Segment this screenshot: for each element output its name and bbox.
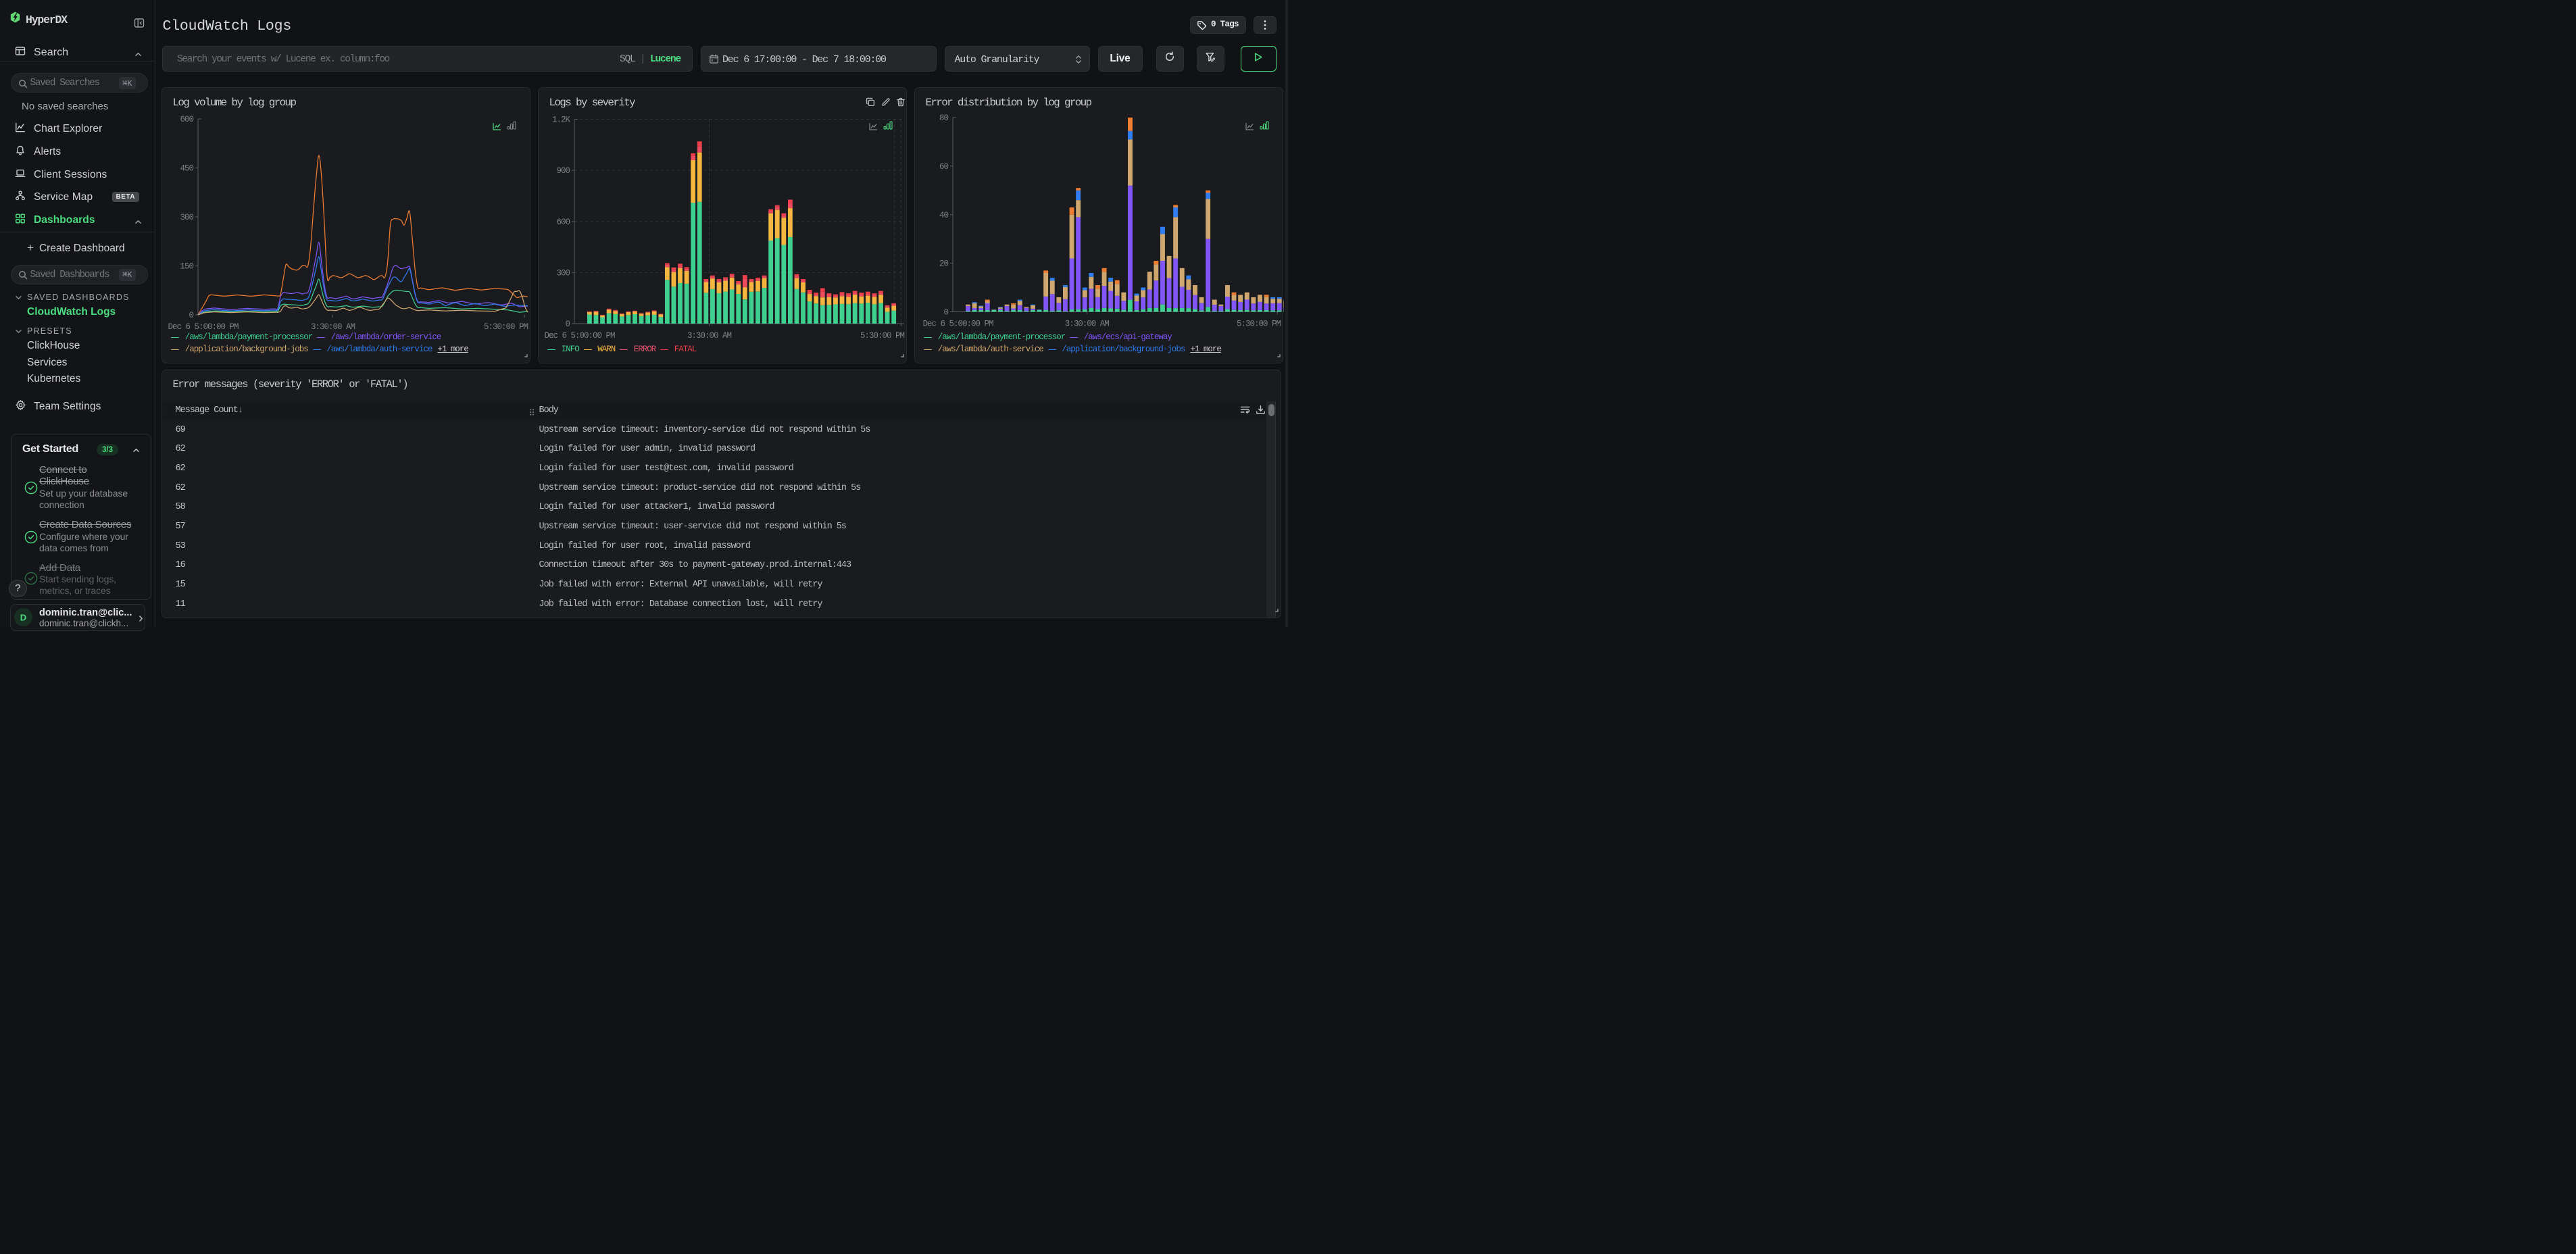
svg-text:Dec 6 5:00:00 PM: Dec 6 5:00:00 PM [544, 331, 615, 341]
svg-text:60: 60 [939, 161, 948, 171]
svg-text:600: 600 [556, 217, 570, 226]
svg-text:300: 300 [556, 268, 570, 278]
svg-text:Dec 6 5:00:00 PM: Dec 6 5:00:00 PM [922, 319, 993, 328]
svg-text:0: 0 [565, 320, 570, 329]
svg-text:600: 600 [180, 115, 193, 124]
svg-text:5:30:00 PM: 5:30:00 PM [860, 331, 904, 341]
svg-text:450: 450 [180, 164, 193, 173]
svg-text:150: 150 [180, 261, 193, 271]
svg-text:0: 0 [189, 311, 193, 320]
svg-text:40: 40 [939, 210, 948, 220]
svg-text:3:30:00 AM: 3:30:00 AM [310, 322, 355, 332]
svg-text:20: 20 [939, 259, 948, 268]
svg-text:Dec 6 5:00:00 PM: Dec 6 5:00:00 PM [168, 322, 239, 332]
svg-text:5:30:00 PM: 5:30:00 PM [483, 322, 528, 332]
svg-text:300: 300 [180, 213, 193, 222]
svg-text:1.2K: 1.2K [551, 115, 570, 124]
svg-text:80: 80 [939, 114, 948, 123]
svg-text:3:30:00 AM: 3:30:00 AM [687, 331, 731, 341]
svg-text:5:30:00 PM: 5:30:00 PM [1236, 319, 1281, 328]
svg-text:900: 900 [556, 166, 570, 176]
svg-text:3:30:00 AM: 3:30:00 AM [1064, 319, 1109, 328]
svg-text:0: 0 [943, 307, 948, 317]
